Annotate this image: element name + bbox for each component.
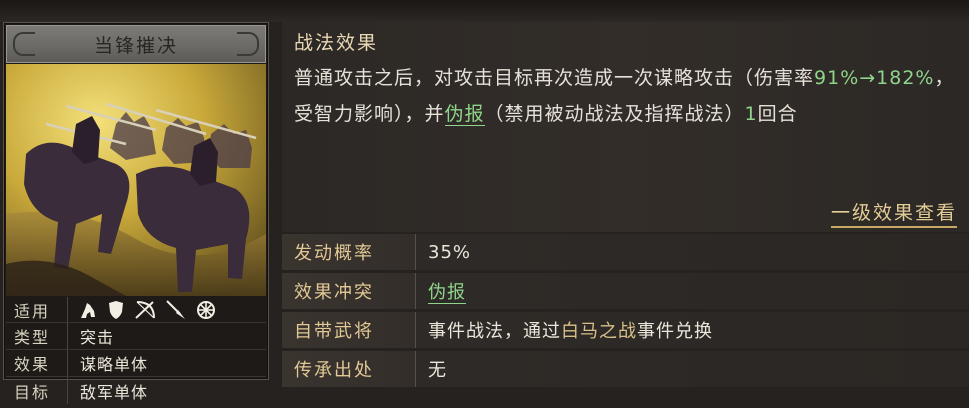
conflict-status-link[interactable]: 伪报 xyxy=(428,282,466,304)
effect-text-3: （禁用被动战法及指挥战法） xyxy=(484,103,745,125)
applicable-troop-icons xyxy=(68,299,216,320)
trigger-value: 35% xyxy=(428,241,472,263)
attr-row-trigger: 发动概率 35% xyxy=(282,234,969,270)
spear-icon xyxy=(166,299,185,319)
info-row-target: 目标 敌军单体 xyxy=(6,377,266,404)
effect-rounds: 1 xyxy=(744,103,758,125)
cavalry-charge-illustration xyxy=(6,64,266,296)
attr-row-inherit: 传承出处 无 xyxy=(282,351,969,387)
inherit-label: 传承出处 xyxy=(282,351,416,387)
attr-row-conflict: 效果冲突 伪报 xyxy=(282,273,969,309)
tactic-effect-panel: 战法效果 普通攻击之后，对攻击目标再次造成一次谋略攻击（伤害率91%→182%，… xyxy=(282,22,969,232)
effect-header: 战法效果 xyxy=(294,32,379,54)
ornament-corner-right xyxy=(237,32,259,56)
tactic-card: 当锋摧决 适用 类型 突击 效果 谋略单体 目标 敌军单体 xyxy=(3,22,269,404)
damage-rate: 91%→182% xyxy=(814,67,935,89)
target-value: 敌军单体 xyxy=(80,382,149,402)
siege-wheel-icon xyxy=(197,300,215,319)
info-row-applicable: 适用 xyxy=(6,297,266,323)
card-artwork xyxy=(6,64,266,296)
cavalry-icon xyxy=(81,302,95,318)
target-label: 目标 xyxy=(6,377,68,404)
shield-icon xyxy=(109,300,123,319)
card-title-bar: 当锋摧决 xyxy=(6,25,266,63)
view-level-one-effect-link[interactable]: 一级效果查看 xyxy=(830,198,957,228)
conflict-value-wrapper: 伪报 xyxy=(416,278,466,304)
general-pre: 事件战法，通过 xyxy=(428,321,561,342)
event-name: 白马之战 xyxy=(561,321,637,342)
effect-value: 谋略单体 xyxy=(80,355,149,374)
card-title: 当锋摧决 xyxy=(93,34,178,57)
info-row-type: 类型 突击 xyxy=(6,323,266,350)
type-value: 突击 xyxy=(80,328,115,347)
inherit-value: 无 xyxy=(428,360,447,381)
effect-text-1: 普通攻击之后，对攻击目标再次造成一次谋略攻击（伤害率 xyxy=(294,67,815,89)
ornament-corner-left xyxy=(13,32,35,56)
card-info-table: 适用 类型 突击 效果 谋略单体 目标 敌军单体 xyxy=(6,297,266,404)
bow-icon xyxy=(135,300,155,319)
top-strip xyxy=(0,0,969,22)
effect-text-4: 回合 xyxy=(757,103,798,125)
effect-description: 普通攻击之后，对攻击目标再次造成一次谋略攻击（伤害率91%→182%，受智力影响… xyxy=(294,60,959,132)
info-row-effect: 效果 谋略单体 xyxy=(6,350,266,377)
type-label: 类型 xyxy=(6,323,68,349)
false-report-status-link[interactable]: 伪报 xyxy=(444,103,485,126)
general-post: 事件兑换 xyxy=(637,321,713,342)
effect-label: 效果 xyxy=(6,350,68,376)
attr-row-general: 自带武将 事件战法，通过白马之战事件兑换 xyxy=(282,312,969,348)
trigger-label: 发动概率 xyxy=(282,234,416,270)
applicable-label: 适用 xyxy=(6,297,68,322)
general-value: 事件战法，通过白马之战事件兑换 xyxy=(416,317,713,343)
conflict-label: 效果冲突 xyxy=(282,273,416,309)
general-label: 自带武将 xyxy=(282,312,416,348)
